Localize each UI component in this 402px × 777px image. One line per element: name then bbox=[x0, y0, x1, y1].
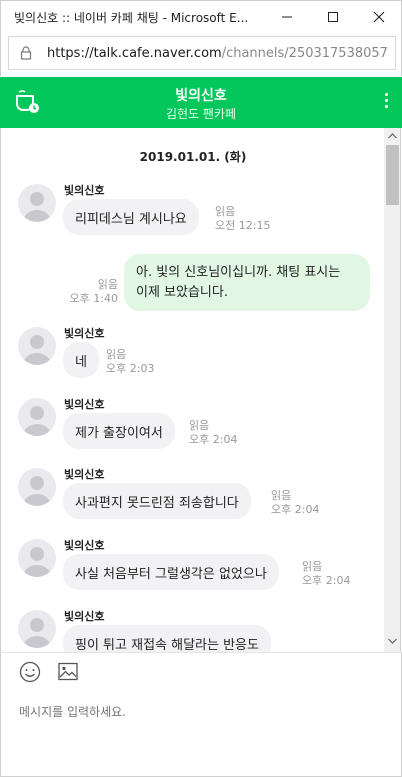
scrollbar-thumb[interactable] bbox=[386, 145, 399, 205]
avatar[interactable] bbox=[18, 539, 56, 577]
lock-icon bbox=[20, 46, 32, 60]
more-vertical-icon[interactable] bbox=[382, 93, 390, 113]
read-status: 읽음 bbox=[106, 348, 127, 361]
sender-name: 빛의신호 bbox=[64, 398, 105, 411]
scroll-down-arrow-icon[interactable] bbox=[388, 638, 397, 644]
message-meta: 읽음 오후 2:04 bbox=[302, 560, 350, 588]
channel-subtitle: 김현도 팬카페 bbox=[165, 107, 237, 121]
image-icon[interactable] bbox=[58, 662, 78, 682]
message-meta: 읽음 오후 2:04 bbox=[271, 489, 319, 517]
scroll-up-arrow-icon[interactable] bbox=[388, 133, 397, 139]
message-time: 오후 2:03 bbox=[106, 362, 155, 375]
emoji-icon[interactable] bbox=[19, 661, 41, 683]
read-status: 읽음 bbox=[271, 489, 292, 502]
sender-name: 빛의신호 bbox=[64, 327, 105, 340]
message-bubble: 리피데스님 계시나요 bbox=[63, 199, 199, 235]
close-button[interactable] bbox=[356, 1, 402, 33]
url-path: /channels/250317538057 bbox=[221, 46, 388, 61]
date-separator: 2019.01.01. (화) bbox=[139, 150, 247, 164]
default-profile-icon bbox=[23, 406, 51, 436]
url-text: https://talk.cafe.naver.com/channels/250… bbox=[47, 46, 388, 61]
url-field[interactable]: https://talk.cafe.naver.com/channels/250… bbox=[8, 36, 396, 70]
sender-name: 빛의신호 bbox=[64, 539, 105, 552]
message-bubble: 제가 출장이여서 bbox=[63, 413, 175, 449]
avatar[interactable] bbox=[18, 327, 56, 365]
close-icon bbox=[373, 11, 385, 23]
my-message-line-1: 아. 빛의 신호님이십니까. 채팅 표시는 bbox=[136, 265, 341, 280]
message-time: 오후 2:04 bbox=[302, 574, 351, 587]
maximize-button[interactable] bbox=[310, 1, 356, 33]
my-message-meta: 읽음 오후 1:40 bbox=[70, 278, 118, 306]
window-titlebar: 빛의신호 :: 네이버 카페 채팅 - Microsoft E... bbox=[0, 0, 402, 32]
message-meta: 읽음 오후 2:04 bbox=[189, 419, 237, 447]
message-time: 오후 1:40 bbox=[69, 292, 118, 305]
message-bubble: 사실 처음부터 그럴생각은 없었으나 bbox=[63, 554, 279, 590]
avatar[interactable] bbox=[18, 610, 56, 648]
sender-name: 빛의신호 bbox=[64, 468, 105, 481]
message-bubble: 네 bbox=[63, 342, 99, 378]
my-message-bubble: 아. 빛의 신호님이십니까. 채팅 표시는 이제 보았습니다. bbox=[124, 254, 370, 311]
window-title: 빛의신호 :: 네이버 카페 채팅 - Microsoft E... bbox=[14, 11, 249, 25]
default-profile-icon bbox=[23, 335, 51, 365]
read-status: 읽음 bbox=[302, 560, 323, 573]
message-input[interactable] bbox=[19, 705, 379, 719]
maximize-icon bbox=[328, 12, 338, 22]
default-profile-icon bbox=[23, 476, 51, 506]
address-bar: https://talk.cafe.naver.com/channels/250… bbox=[0, 32, 402, 76]
url-host: https://talk.cafe.naver.com bbox=[47, 46, 222, 61]
read-status: 읽음 bbox=[189, 419, 210, 432]
my-message-line-2: 이제 보았습니다. bbox=[136, 285, 228, 300]
default-profile-icon bbox=[23, 618, 51, 648]
read-status: 읽음 bbox=[215, 205, 236, 218]
avatar[interactable] bbox=[18, 398, 56, 436]
message-meta: 읽음 오전 12:15 bbox=[215, 205, 270, 233]
avatar[interactable] bbox=[18, 468, 56, 506]
minimize-icon bbox=[282, 16, 292, 18]
channel-title: 빛의신호 bbox=[175, 88, 227, 104]
message-bubble: 사과편지 못드린점 죄송합니다 bbox=[63, 483, 251, 519]
default-profile-icon bbox=[23, 192, 51, 222]
sender-name: 빛의신호 bbox=[64, 610, 105, 623]
minimize-button[interactable] bbox=[264, 1, 310, 33]
message-meta: 읽음 오후 2:03 bbox=[106, 348, 154, 376]
read-status: 읽음 bbox=[97, 278, 118, 291]
message-time: 오후 2:04 bbox=[189, 433, 238, 446]
message-composer bbox=[0, 652, 402, 777]
chat-messages: 2019.01.01. (화) 빛의신호 리피데스님 계시나요 읽음 오전 12… bbox=[0, 128, 384, 652]
message-time: 오전 12:15 bbox=[215, 219, 271, 232]
chat-header: 빛의신호 김현도 팬카페 bbox=[0, 77, 402, 128]
sender-name: 빛의신호 bbox=[64, 184, 105, 197]
default-profile-icon bbox=[23, 547, 51, 577]
message-time: 오후 2:04 bbox=[271, 503, 320, 516]
chat-scrollbar[interactable] bbox=[384, 128, 401, 652]
message-bubble: 핑이 튀고 재접속 해달라는 반응도 bbox=[63, 625, 271, 652]
avatar[interactable] bbox=[18, 184, 56, 222]
